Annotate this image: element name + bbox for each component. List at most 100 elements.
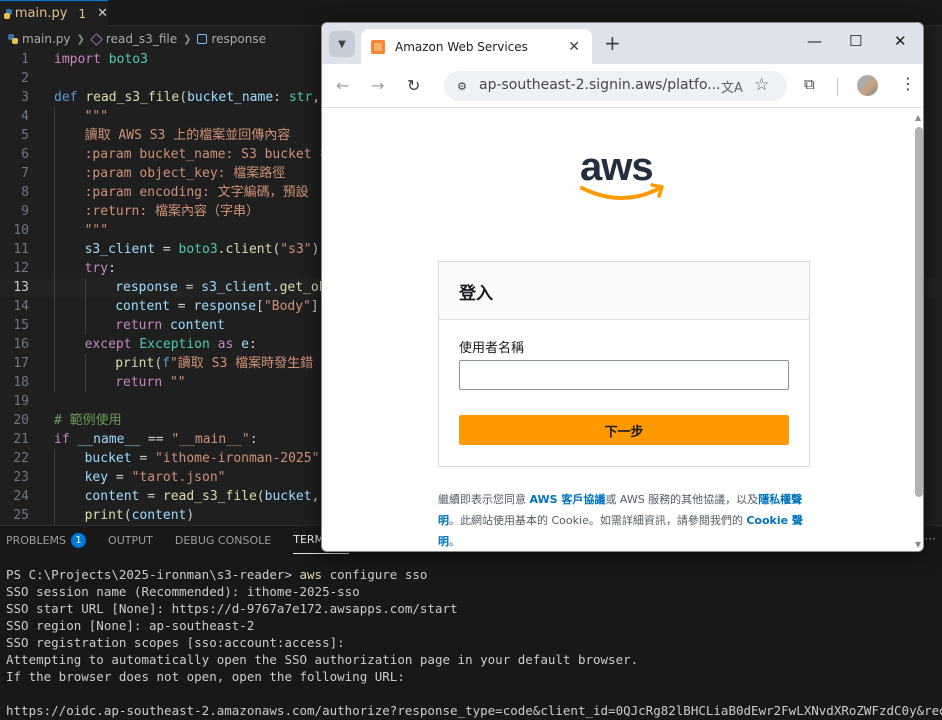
bookmark-star-icon[interactable]: ☆: [754, 75, 769, 95]
code-token: (: [179, 90, 188, 105]
code-text: def read_s3_file(bucket_name: str,: [54, 88, 320, 107]
terminal-prompt-line: PS C:\Projects\2025-ironman\s3-reader> a…: [6, 566, 942, 583]
code-token: :param encoding: 文字編碼，預設: [84, 185, 309, 200]
aws-favicon-icon: [371, 39, 385, 54]
code-text: return "": [115, 373, 185, 392]
toolbar-divider: [837, 78, 838, 96]
indent-guide: [84, 354, 86, 373]
code-token: =: [131, 451, 156, 466]
back-arrow-icon[interactable]: ←: [336, 76, 349, 95]
legal-text-2: 或 AWS 服務的其他協議，以及: [605, 493, 759, 506]
code-text: # 範例使用: [54, 411, 122, 430]
more-menu-icon[interactable]: ⋮: [900, 74, 916, 93]
minimize-button[interactable]: —: [807, 32, 822, 50]
new-tab-button[interactable]: +: [604, 31, 621, 55]
panel-tab-problems[interactable]: PROBLEMS 1: [6, 526, 87, 554]
code-token: """: [84, 109, 109, 124]
code-token: content: [115, 299, 170, 314]
close-window-button[interactable]: ✕: [894, 32, 907, 50]
code-token: client: [225, 242, 273, 257]
scroll-down-icon[interactable]: ▼: [915, 540, 921, 549]
code-token: ==: [140, 432, 172, 447]
scrollbar-thumb[interactable]: [915, 127, 923, 497]
legal-text-3: 。此網站使用基本的 Cookie。如需詳細資訊，請參閱我們的: [449, 514, 747, 527]
breadcrumb-variable[interactable]: response: [211, 32, 266, 46]
close-icon[interactable]: ✕: [568, 39, 580, 55]
line-number: 23: [13, 470, 29, 485]
code-text: print(content): [85, 506, 195, 525]
reload-icon[interactable]: ↻: [407, 76, 420, 95]
line-number: 17: [13, 356, 29, 371]
breadcrumb-file[interactable]: main.py: [22, 32, 71, 46]
terminal-output[interactable]: PS C:\Projects\2025-ironman\s3-reader> a…: [6, 566, 942, 719]
line-number: 1: [21, 52, 29, 67]
code-token: print: [84, 508, 124, 523]
code-text: :param object_key: 檔案路徑: [85, 164, 286, 183]
browser-tab-aws[interactable]: Amazon Web Services ✕: [361, 29, 592, 64]
code-token: .: [217, 242, 226, 257]
scroll-up-icon[interactable]: ▲: [915, 113, 921, 122]
signin-title: 登入: [459, 284, 493, 304]
username-input[interactable]: [459, 360, 789, 390]
code-text: response = s3_client.get_ob: [115, 278, 326, 297]
terminal-line: Attempting to automatically open the SSO…: [6, 652, 639, 667]
code-token: "s3": [280, 242, 312, 257]
line-number: 14: [13, 299, 29, 314]
forward-arrow-icon[interactable]: →: [371, 76, 384, 95]
breadcrumb-function[interactable]: read_s3_file: [106, 32, 177, 46]
code-token: content: [84, 489, 140, 504]
profile-avatar[interactable]: [857, 75, 878, 96]
tab-search-button[interactable]: ▼: [329, 31, 355, 57]
panel-tab-output[interactable]: OUTPUT: [108, 526, 153, 554]
line-number: 5: [21, 128, 29, 143]
panel-tab-debug-console[interactable]: DEBUG CONSOLE: [175, 526, 271, 554]
indent-guide: [54, 449, 55, 468]
legal-notice: 繼續即表示您同意 AWS 客戶協議或 AWS 服務的其他協議，以及隱私權聲明。此…: [438, 489, 810, 551]
code-token: [: [256, 299, 264, 314]
editor-tab-main-py[interactable]: main.py 1 ✕: [0, 0, 108, 26]
browser-toolbar: ← → ↻ ⚙ ap-southeast-2.signin.aws/platfo…: [322, 64, 923, 108]
chevron-right-icon: ❯: [76, 33, 85, 45]
customer-agreement-link[interactable]: AWS 客戶協議: [530, 493, 606, 506]
address-bar[interactable]: ⚙ ap-southeast-2.signin.aws/platfo... 文A…: [444, 71, 787, 101]
indent-guide: [84, 316, 86, 335]
legal-text-4: 。: [449, 535, 460, 548]
code-token: .: [271, 280, 280, 295]
signin-card: 登入 使用者名稱 下一步: [438, 261, 810, 467]
code-token: "ithome-ironman-2025": [155, 451, 320, 466]
more-actions-icon[interactable]: ···: [925, 532, 936, 546]
code-text: except Exception as e:: [85, 335, 257, 354]
code-token: :: [108, 261, 116, 276]
extensions-puzzle-icon[interactable]: ⧉: [804, 75, 815, 93]
code-token: :: [248, 337, 257, 352]
line-number: 13: [13, 280, 29, 295]
site-settings-icon[interactable]: ⚙: [453, 77, 471, 95]
code-text: if __name__ == "__main__":: [54, 430, 258, 449]
maximize-button[interactable]: ☐: [849, 32, 862, 50]
translate-icon[interactable]: 文A: [721, 77, 743, 96]
indent-guide: [54, 259, 55, 278]
code-token: return: [115, 375, 170, 390]
editor-tab-problem-count: 1: [78, 6, 87, 21]
indent-guide: [54, 145, 55, 164]
indent-guide: [54, 126, 55, 145]
indent-guide: [54, 297, 55, 316]
page-scrollbar[interactable]: ▲ ▼: [915, 113, 923, 549]
indent-guide: [84, 373, 86, 392]
chevron-down-icon: ▼: [338, 38, 346, 50]
code-text: s3_client = boto3.client("s3"): [85, 240, 320, 259]
next-button[interactable]: 下一步: [459, 415, 789, 445]
code-token: content: [131, 508, 187, 523]
code-token: =: [139, 489, 163, 504]
code-token: f: [162, 356, 170, 371]
line-number: 6: [21, 147, 29, 162]
code-token: =: [169, 299, 194, 314]
indent-guide: [54, 373, 55, 392]
close-icon[interactable]: ✕: [97, 6, 108, 21]
code-token: # 範例使用: [54, 413, 122, 428]
line-number: 15: [13, 318, 29, 333]
line-number: 10: [13, 223, 29, 238]
code-token: Exception: [139, 337, 210, 352]
line-number: 19: [13, 394, 29, 409]
code-token: :param object_key: 檔案路徑: [84, 166, 286, 181]
